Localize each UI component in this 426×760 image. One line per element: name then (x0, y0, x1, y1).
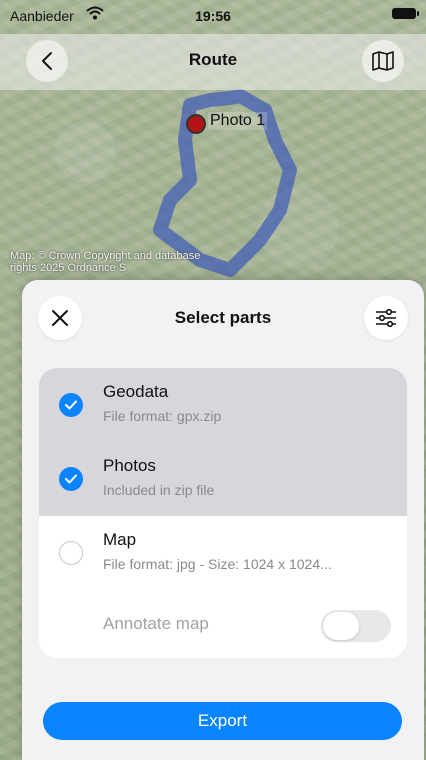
photo-pin[interactable] (186, 114, 206, 134)
status-time: 19:56 (195, 8, 231, 24)
status-bar: Aanbieder 19:56 (0, 0, 426, 34)
map-view-button[interactable] (362, 40, 404, 82)
item-subtitle: File format: gpx.zip (103, 408, 222, 424)
settings-button[interactable] (364, 296, 408, 340)
photo-pin-label: Photo 1 (208, 112, 268, 130)
toggle-knob (323, 612, 359, 640)
sliders-icon (376, 309, 396, 327)
annotate-map-label: Annotate map (103, 614, 209, 633)
nav-bar: Route (0, 34, 426, 90)
list-item-photos[interactable]: Photos Included in zip file (39, 442, 407, 516)
list-item-map[interactable]: Map File format: jpg - Size: 1024 x 1024… (39, 516, 407, 590)
map-icon (372, 51, 394, 71)
item-subtitle: Included in zip file (103, 482, 215, 498)
parts-list: Geodata File format: gpx.zip Photos Incl… (39, 368, 407, 658)
select-parts-sheet: Select parts Geodata File format: gpx.zi… (22, 280, 424, 760)
map-attribution: Map: © Crown Copyright and database righ… (10, 250, 201, 274)
item-title: Geodata (103, 382, 169, 401)
list-item-geodata[interactable]: Geodata File format: gpx.zip (39, 368, 407, 442)
annotate-map-row: Annotate map (39, 594, 407, 654)
item-title: Map (103, 530, 137, 549)
checkmark-icon (59, 393, 83, 417)
item-subtitle: File format: jpg - Size: 1024 x 1024... (103, 556, 332, 572)
annotate-map-toggle[interactable] (321, 610, 391, 642)
item-title: Photos (103, 456, 156, 475)
battery-icon (392, 8, 419, 19)
unchecked-circle-icon (59, 541, 83, 565)
checkmark-icon (59, 467, 83, 491)
export-button[interactable]: Export (43, 702, 402, 740)
sheet-header: Select parts (22, 296, 424, 344)
